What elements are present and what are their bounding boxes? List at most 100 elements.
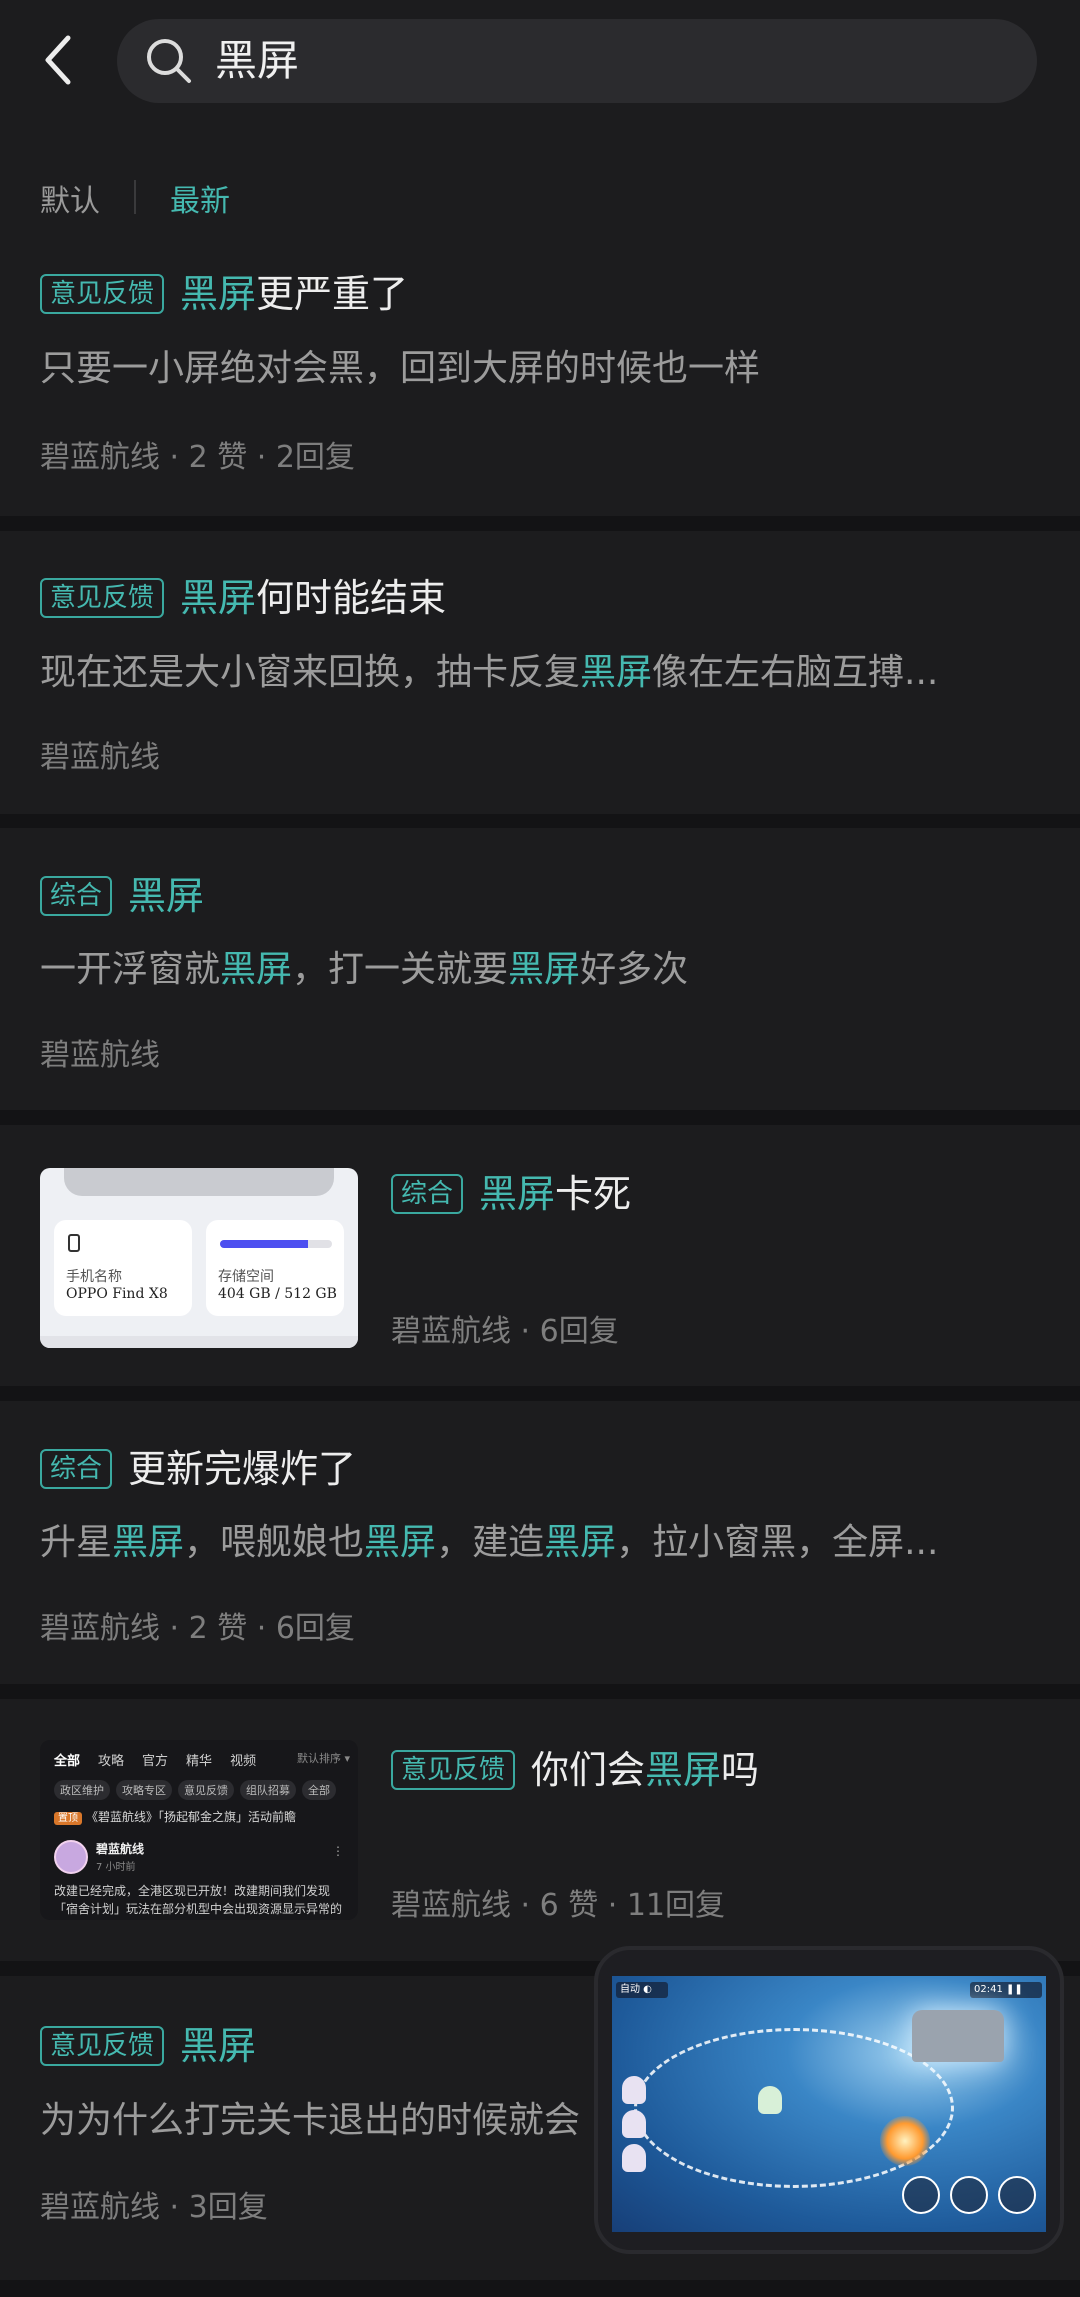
post-snippet: 为为什么打完关卡退出的时候就会 (40, 2098, 620, 2144)
post-tag: 意见反馈 (40, 2026, 165, 2066)
post-snippet: 升星黑屏，喂舰娘也黑屏，建造黑屏，拉小窗黑，全屏... (40, 1520, 1040, 1566)
forum-body: 改建已经完成，全港区现已开放！改建期间我们发现 「宿舍计划」玩法在部分机型中会出现… (54, 1882, 350, 1918)
post-title: 黑屏 (128, 872, 204, 920)
snippet-text: 好多次 (580, 949, 689, 990)
title-highlight: 黑屏 (645, 1748, 722, 1792)
forum-tab: 攻略 (98, 1754, 125, 1769)
storage-bar (220, 1240, 332, 1248)
snippet-highlight: 黑屏 (508, 949, 581, 990)
status-pill (64, 1168, 334, 1196)
storage-label: 存储空间 (218, 1269, 274, 1285)
snippet-highlight: 黑屏 (544, 1522, 617, 1563)
post-tag: 综合 (391, 1174, 464, 1214)
forum-body-line: 改建已经完成，全港区现已开放！改建期间我们发现 (54, 1884, 331, 1898)
more-icon: ⋮ (332, 1844, 344, 1858)
post-title-row: 意见反馈 你们会黑屏吗 (391, 1746, 759, 1794)
post-thumbnail[interactable]: 全部 攻略 官方 精华 视频 默认排序 ▾ 政区维护 攻略专区 意见反馈 组队招… (40, 1740, 358, 1920)
snippet-text: ，建造 (436, 1522, 545, 1563)
snippet-highlight: 黑屏 (112, 1522, 185, 1563)
search-input[interactable]: 黑屏 (117, 19, 1037, 103)
snippet-text: ，喂舰娘也 (184, 1522, 365, 1563)
game-screen[interactable]: 自动 ◐ 02:41 ❚❚ (612, 1976, 1046, 2232)
post-snippet: 一开浮窗就黑屏，打一关就要黑屏好多次 (40, 947, 1040, 993)
snippet-text: 升星 (40, 1522, 113, 1563)
post-meta: 碧蓝航线 · 3回复 (40, 2190, 268, 2225)
search-icon (147, 39, 191, 83)
post-meta: 碧蓝航线 · 2 赞 · 2回复 (40, 440, 355, 475)
post-tag: 意见反馈 (40, 578, 165, 618)
storage-value: 404 GB / 512 GB (218, 1286, 337, 1302)
forum-notice: 置顶 《碧蓝航线》「扬起郁金之旗」活动前瞻 (54, 1808, 296, 1825)
post-tag: 综合 (40, 876, 113, 916)
skill-button[interactable] (998, 2176, 1036, 2214)
snippet-text: 只要一小屏绝对会黑，回到大屏的时候也一样 (40, 348, 761, 389)
forum-chips: 政区维护 攻略专区 意见反馈 组队招募 全部 (54, 1780, 336, 1800)
post-title-row: 意见反馈 黑屏更严重了 (40, 270, 408, 318)
forum-tab: 精华 (186, 1754, 213, 1769)
skill-button[interactable] (950, 2176, 988, 2214)
fleet-portrait (622, 2144, 646, 2172)
back-arrow-icon (45, 35, 71, 85)
post-title: 你们会黑屏吗 (531, 1746, 759, 1794)
post-title: 黑屏 (180, 2022, 256, 2070)
post-meta: 碧蓝航线 (40, 740, 160, 775)
auto-battle-toggle[interactable]: 自动 ◐ (616, 1982, 668, 1998)
enemy-ship (912, 2010, 1004, 2062)
forum-tabs: 全部 攻略 官方 精华 视频 (54, 1750, 256, 1769)
device-value: OPPO Find X8 (66, 1286, 168, 1302)
post-tag: 意见反馈 (40, 274, 165, 314)
skill-button[interactable] (902, 2176, 940, 2214)
title-text: 吗 (721, 1748, 760, 1792)
explosion-effect (880, 2116, 930, 2166)
sort-default-tab[interactable]: 默认 (40, 176, 100, 220)
post-tag: 综合 (40, 1449, 113, 1489)
storage-box: 存储空间 404 GB / 512 GB (206, 1220, 344, 1316)
forum-tab: 官方 (142, 1754, 169, 1769)
post-title: 更新完爆炸了 (128, 1445, 356, 1493)
post-title: 黑屏卡死 (479, 1170, 631, 1218)
forum-tab: 视频 (230, 1754, 257, 1769)
floating-game-window[interactable]: 自动 ◐ 02:41 ❚❚ (594, 1946, 1064, 2254)
forum-sort: 默认排序 ▾ (296, 1752, 350, 1765)
forum-tab: 全部 (54, 1754, 81, 1769)
title-text: 你们会 (531, 1748, 646, 1792)
sort-bar (0, 120, 1080, 260)
notice-text: 《碧蓝航线》「扬起郁金之旗」活动前瞻 (86, 1810, 297, 1824)
title-highlight: 黑屏 (128, 874, 205, 918)
back-button[interactable] (36, 30, 86, 90)
post-meta: 碧蓝航线 (40, 1038, 160, 1073)
post-title-row: 综合 黑屏卡死 (391, 1170, 631, 1218)
post-snippet: 只要一小屏绝对会黑，回到大屏的时候也一样 (40, 346, 1040, 392)
search-query: 黑屏 (215, 36, 300, 85)
snippet-highlight: 黑屏 (580, 652, 653, 693)
post-meta: 碧蓝航线 · 2 赞 · 6回复 (40, 1611, 355, 1646)
player-ship (758, 2086, 782, 2114)
title-highlight: 黑屏 (180, 272, 257, 316)
sort-latest-tab[interactable]: 最新 (170, 176, 230, 220)
device-label: 手机名称 (66, 1269, 122, 1285)
forum-chip: 政区维护 (54, 1780, 110, 1800)
post-meta: 碧蓝航线 · 6 赞 · 11回复 (391, 1888, 726, 1923)
post-thumbnail[interactable]: 手机名称 OPPO Find X8 存储空间 404 GB / 512 GB (40, 1168, 358, 1348)
title-text: 更严重了 (256, 272, 409, 316)
post-meta: 碧蓝航线 · 6回复 (391, 1314, 619, 1349)
snippet-highlight: 黑屏 (364, 1522, 437, 1563)
post-tag: 意见反馈 (391, 1750, 516, 1790)
snippet-text: 现在还是大小窗来回换，抽卡反复 (40, 652, 581, 693)
forum-chip: 全部 (302, 1780, 336, 1800)
snippet-text: 为为什么打完关卡退出的时候就会 (40, 2100, 581, 2141)
title-highlight: 黑屏 (180, 2024, 257, 2068)
post-title-row: 综合 更新完爆炸了 (40, 1445, 356, 1493)
avatar (54, 1840, 88, 1874)
forum-chip: 组队招募 (240, 1780, 296, 1800)
snippet-text: 一开浮窗就 (40, 949, 221, 990)
battle-timer[interactable]: 02:41 ❚❚ (970, 1982, 1042, 1998)
title-highlight: 黑屏 (479, 1172, 556, 1216)
device-name-box: 手机名称 OPPO Find X8 (54, 1220, 192, 1316)
snippet-text: ，打一关就要 (292, 949, 509, 990)
sort-divider (134, 180, 136, 214)
forum-chip: 意见反馈 (178, 1780, 234, 1800)
post-title-row: 意见反馈 黑屏 (40, 2022, 256, 2070)
title-highlight: 黑屏 (180, 576, 257, 620)
forum-chip: 攻略专区 (116, 1780, 172, 1800)
